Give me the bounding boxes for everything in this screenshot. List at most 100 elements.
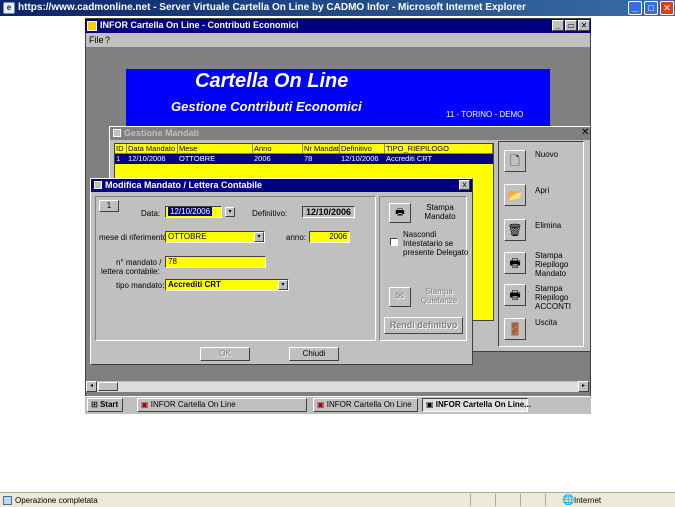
- globe-icon: 🌐: [562, 495, 575, 506]
- taskbar-item-label: INFOR Cartella On Line: [326, 400, 412, 409]
- column-header[interactable]: Anno: [253, 144, 303, 154]
- app-restore-button[interactable]: ▭: [565, 20, 577, 31]
- apri-label[interactable]: Apri: [535, 186, 549, 195]
- horizontal-scrollbar[interactable]: [86, 381, 589, 392]
- app-titlebar[interactable]: INFOR Cartella On Line - Contributi Econ…: [85, 19, 591, 33]
- status-divider: [520, 494, 521, 506]
- gestione-mandati-close-button[interactable]: ✕: [581, 127, 589, 138]
- column-header[interactable]: TIPO_RIEPILOGO: [385, 144, 493, 154]
- taskbar-item-active[interactable]: ▣ INFOR Cartella On Line...: [422, 398, 531, 412]
- stampa-mandato-button[interactable]: Stampa Mandato: [420, 203, 460, 221]
- table-header: ID Data Mandato Mese Anno Nr Mandato Def…: [115, 144, 493, 154]
- stampa-quietanze-button: Stampa Quietanze: [420, 287, 458, 305]
- table-row[interactable]: 1 12/10/2006 OTTOBRE 2006 78 12/10/2006 …: [115, 154, 493, 164]
- start-button[interactable]: ⊞ Start: [87, 398, 123, 412]
- calendar-dropdown-icon[interactable]: ▾: [225, 207, 235, 217]
- start-label: Start: [99, 400, 119, 409]
- new-document-icon[interactable]: 🗋: [504, 150, 526, 172]
- scrollbar-thumb[interactable]: [98, 382, 118, 391]
- column-header[interactable]: ID: [115, 144, 127, 154]
- record-number: 1: [99, 200, 119, 212]
- menu-file[interactable]: File: [89, 35, 104, 45]
- gestione-mandati-titlebar[interactable]: Gestione Mandati: [110, 127, 590, 140]
- ie-logo-icon: e: [3, 2, 15, 14]
- app-icon: ▣: [141, 400, 149, 409]
- app-close-button[interactable]: ✕: [578, 20, 590, 31]
- modifica-mandato-titlebar[interactable]: Modifica Mandato / Lettera Contabile: [91, 179, 472, 192]
- browser-minimize-button[interactable]: _: [628, 1, 642, 15]
- column-header[interactable]: Nr Mandato: [303, 144, 340, 154]
- column-header[interactable]: Definitivo: [340, 144, 385, 154]
- banner-location: 11 - TORINO - DEMO: [446, 110, 524, 119]
- modifica-mandato-title: Modifica Mandato / Lettera Contabile: [105, 180, 263, 190]
- taskbar-item[interactable]: ▣ INFOR Cartella On Line: [313, 398, 418, 412]
- chevron-down-icon[interactable]: ▾: [254, 232, 264, 242]
- form-icon: [113, 129, 121, 137]
- definitivo-value: 12/10/2006: [302, 206, 355, 218]
- ok-button: OK: [200, 347, 250, 361]
- menu-help[interactable]: ?: [105, 35, 110, 45]
- gestione-mandati-title: Gestione Mandati: [124, 128, 200, 138]
- anno-label: anno:: [286, 233, 307, 242]
- browser-maximize-button[interactable]: □: [644, 1, 658, 15]
- app-icon: [87, 21, 97, 31]
- table-cell: Accrediti CRT: [386, 154, 433, 163]
- nuovo-label[interactable]: Nuovo: [535, 150, 558, 159]
- anno-input[interactable]: 2006: [309, 231, 350, 243]
- scroll-left-icon[interactable]: ◂: [86, 381, 97, 392]
- mandato-label-line2: lettera contabile:: [101, 267, 160, 276]
- nascondi-checkbox[interactable]: [390, 238, 398, 246]
- app-icon: ▣: [317, 400, 325, 409]
- exit-door-icon[interactable]: 🚪: [504, 318, 526, 340]
- data-field[interactable]: 12/10/2006: [165, 206, 222, 218]
- nascondi-label-line1: Nascondi: [403, 230, 437, 239]
- nascondi-label-line3: presente Delegato: [403, 248, 469, 257]
- taskbar-item-label: INFOR Cartella On Line: [150, 400, 236, 409]
- status-divider: [545, 494, 546, 506]
- taskbar-item-label: INFOR Cartella On Line...: [435, 400, 531, 409]
- definitivo-label: Definitivo:: [252, 209, 288, 218]
- security-zone: Internet: [574, 496, 602, 505]
- app-minimize-button[interactable]: _: [552, 20, 564, 31]
- taskbar-item[interactable]: ▣ INFOR Cartella On Line: [137, 398, 307, 412]
- chevron-down-icon[interactable]: ▾: [278, 280, 288, 290]
- form-icon: [94, 181, 102, 189]
- app-menubar: File ?: [86, 33, 590, 47]
- tipo-mandato-label: tipo mandato:: [116, 281, 165, 290]
- trash-icon[interactable]: 🗑: [504, 219, 526, 241]
- elimina-label[interactable]: Elimina: [535, 221, 561, 230]
- data-label: Data:: [141, 209, 161, 218]
- chiudi-button[interactable]: Chiudi: [289, 347, 339, 361]
- mandato-label-line1: n° mandato /: [116, 258, 162, 267]
- open-folder-icon[interactable]: 📂: [504, 184, 526, 206]
- modifica-mandato-close-button[interactable]: x: [459, 180, 470, 190]
- data-value: 12/10/2006: [168, 207, 213, 216]
- scroll-right-icon[interactable]: ▸: [578, 381, 589, 392]
- page-done-icon: [3, 496, 12, 505]
- printer-icon[interactable]: 🖶: [504, 284, 526, 306]
- browser-close-button[interactable]: ✕: [660, 1, 674, 15]
- rendi-definitivo-button: Rendi definitivo: [384, 317, 463, 334]
- app-icon: ▣: [426, 400, 434, 409]
- status-divider: [495, 494, 496, 506]
- printer-icon[interactable]: 🖶: [504, 252, 526, 274]
- banner-subtitle: Gestione Contributi Economici: [171, 99, 362, 114]
- browser-titlebar[interactable]: e https://www.cadmonline.net - Server Vi…: [0, 0, 675, 16]
- tipo-mandato-select[interactable]: Accrediti CRT: [165, 279, 289, 291]
- table-cell: 1: [116, 154, 121, 163]
- table-cell: 12/10/2006: [341, 154, 379, 163]
- app-title: INFOR Cartella On Line - Contributi Econ…: [100, 20, 299, 30]
- table-cell: 12/10/2006: [128, 154, 166, 163]
- mese-select[interactable]: OTTOBRE: [165, 231, 265, 243]
- column-header[interactable]: Data Mandato: [127, 144, 178, 154]
- status-divider: [470, 494, 471, 506]
- mandato-input[interactable]: 78: [165, 256, 266, 268]
- column-header[interactable]: Mese: [178, 144, 253, 154]
- status-text: Operazione completata: [15, 496, 98, 505]
- printer-icon[interactable]: 🖶: [389, 203, 411, 223]
- stampa-riepilogo-mandato-label[interactable]: Stampa Riepilogo Mandato: [535, 251, 585, 278]
- windows-logo-icon: ⊞: [91, 400, 98, 409]
- uscita-label[interactable]: Uscita: [535, 318, 557, 327]
- banner-title: Cartella On Line: [195, 70, 349, 92]
- stampa-riepilogo-acconti-label[interactable]: Stampa Riepilogo ACCONTI: [535, 284, 585, 311]
